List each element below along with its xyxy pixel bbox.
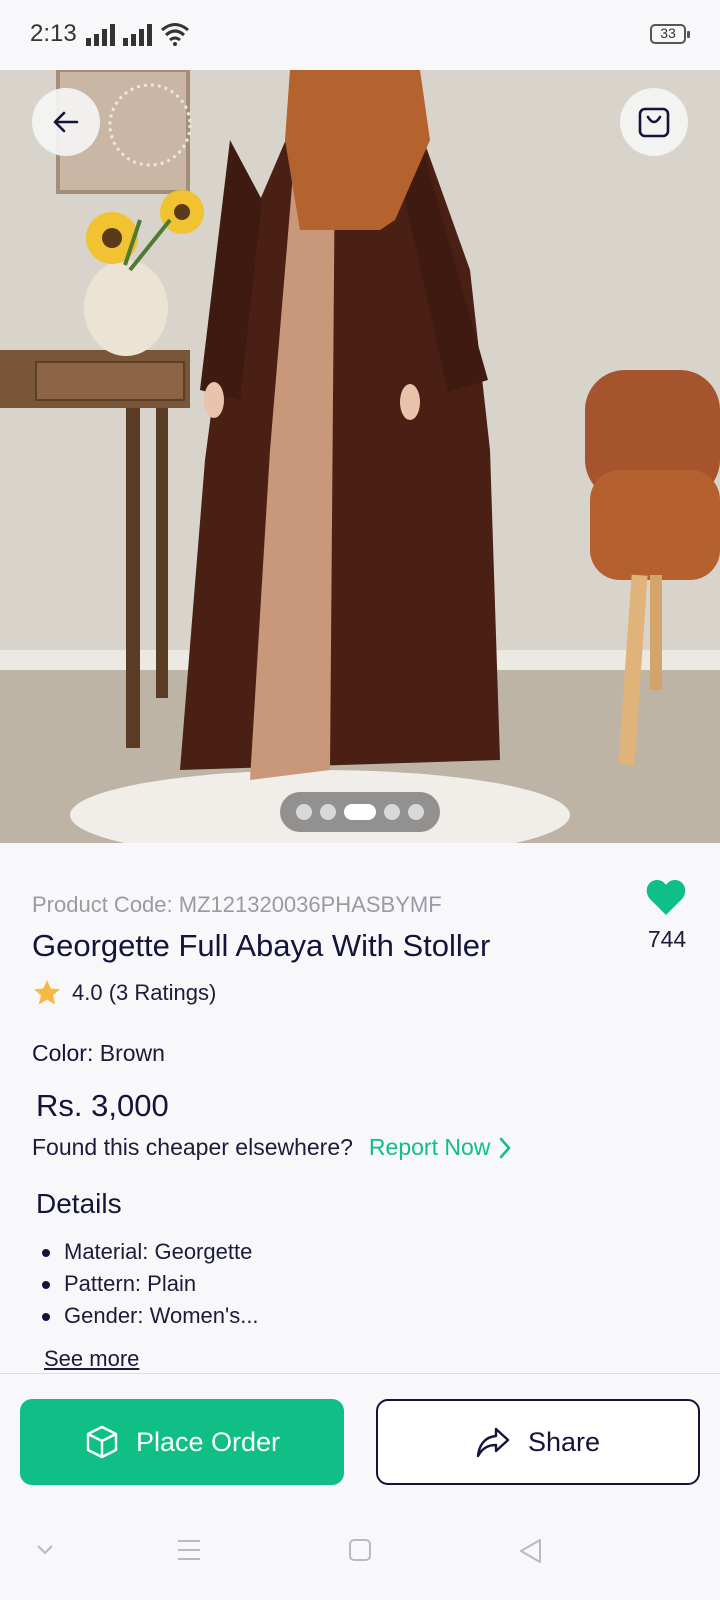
color-value: Brown [99,1040,165,1066]
package-icon [86,1425,118,1459]
share-label: Share [527,1426,601,1457]
place-order-label: Place Order [135,1426,281,1457]
see-more-link[interactable]: See more [44,1346,139,1372]
shopping-bag-icon [638,107,670,138]
report-now-link[interactable]: Report Now [369,1134,512,1161]
back-button[interactable] [32,88,100,156]
chevron-down-icon[interactable] [34,1538,56,1560]
arrow-left-icon [53,111,79,133]
status-bar: 2:13 33 [0,0,720,70]
details-list: Material: Georgette Pattern: Plain Gende… [40,1236,259,1332]
place-order-button[interactable]: Place Order [20,1399,344,1485]
battery-icon: 33 [650,24,690,44]
carousel-dot-active[interactable] [344,804,376,820]
carousel-dot[interactable] [384,804,400,820]
back-triangle-icon[interactable] [518,1538,544,1564]
share-icon [476,1427,510,1458]
price: Rs. 3,000 [36,1088,169,1123]
chevron-right-icon [500,1137,511,1158]
home-icon[interactable] [348,1538,372,1562]
product-code: Product Code: MZ121320036PHASBYMF [32,892,442,917]
color-row: Color: Brown [32,1040,165,1067]
detail-item: Pattern: Plain [40,1268,259,1300]
color-label: Color: [32,1040,94,1066]
carousel-dot[interactable] [296,804,312,820]
product-image [0,70,720,843]
battery-level: 33 [660,25,676,41]
rating-text: 4.0 (3 Ratings) [72,980,217,1005]
cheaper-text: Found this cheaper elsewhere? [32,1134,353,1160]
star-icon [34,980,60,1005]
action-bar: Place Order Share [0,1373,720,1504]
product-title: Georgette Full Abaya With Stoller [32,928,491,963]
detail-item: Material: Georgette [40,1236,259,1268]
rating-row[interactable]: 4.0 (3 Ratings) [32,978,216,1008]
system-nav-bar [0,1510,720,1600]
carousel-dot[interactable] [408,804,424,820]
details-title: Details [36,1188,122,1219]
cheaper-row: Found this cheaper elsewhere? Report Now [32,1134,512,1161]
detail-item: Gender: Women's... [40,1300,259,1332]
heart-icon[interactable] [646,880,686,916]
like-count: 744 [647,926,687,952]
status-time: 2:13 [30,20,77,47]
carousel-dot[interactable] [320,804,336,820]
wifi-icon [161,23,189,46]
menu-icon[interactable] [176,1538,202,1562]
carousel-indicator [280,792,440,832]
cart-button[interactable] [620,88,688,156]
product-image-carousel[interactable] [0,70,720,843]
share-button[interactable]: Share [376,1399,700,1485]
signal-icon [86,24,152,46]
report-now-label: Report Now [368,1134,491,1160]
